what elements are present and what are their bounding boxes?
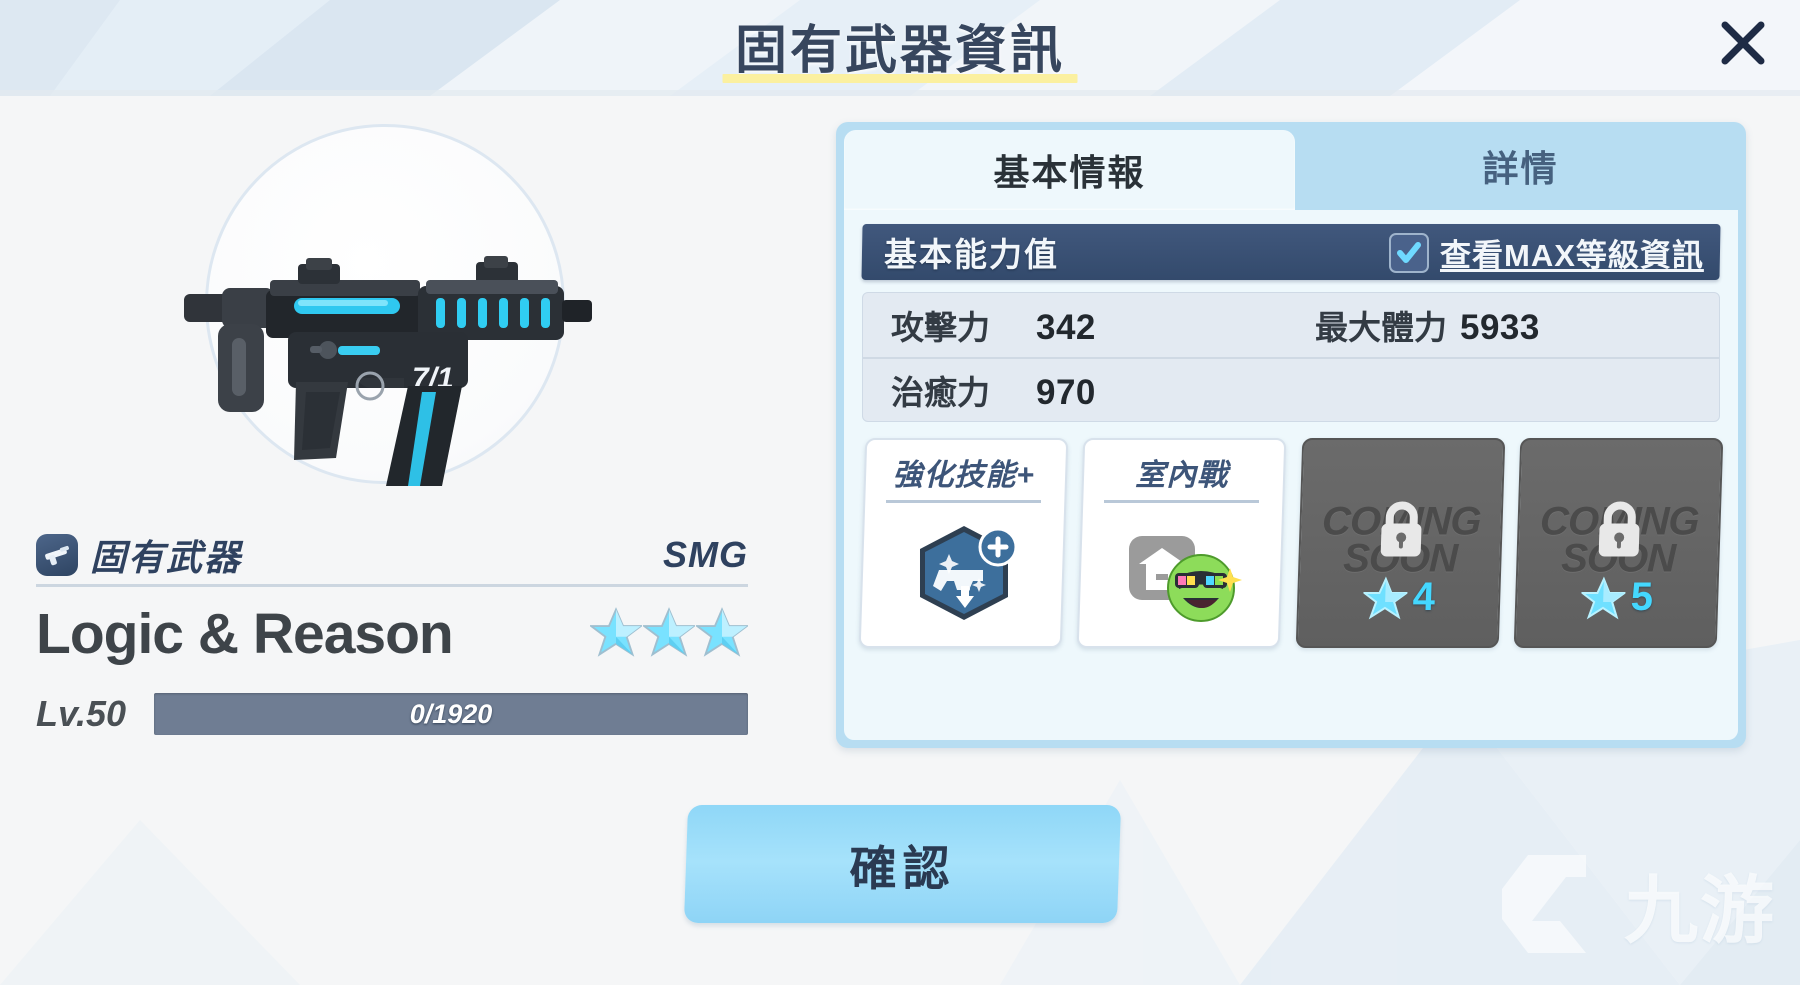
stats-table: 攻擊力 342 最大體力 5933 治癒力 970	[862, 292, 1720, 422]
weapon-preview-panel: 7/1 固有武器 SMG Logic & Reason Lv.50 0/1920	[0, 96, 790, 756]
table-row: 攻擊力 342 最大體力 5933	[863, 293, 1719, 357]
dialog-header: 固有武器資訊	[0, 0, 1800, 96]
tab-basic-info[interactable]: 基本情報	[844, 130, 1295, 210]
inherent-weapon-dialog: 固有武器資訊 7/1 固有武器 SMG Logic & Reason Lv.50…	[0, 0, 1800, 985]
info-panel-body: 基本能力值 查看MAX等級資訊 攻擊力 342 最大體力 5933 治癒力 97…	[844, 210, 1738, 740]
star-icon	[643, 607, 695, 657]
confirm-button[interactable]: 確認	[683, 805, 1122, 923]
star-icon	[1361, 575, 1407, 619]
weapon-exp-text: 0/1920	[409, 698, 493, 729]
stat-healing: 治癒力 970	[867, 366, 1291, 414]
max-level-label: 查看MAX等級資訊	[1440, 237, 1704, 273]
skill-card-indoor[interactable]: 室內戰	[1076, 438, 1287, 648]
skill-card-locked-4star[interactable]: COMING SOON 4	[1295, 438, 1506, 648]
hex-pistol-plus-icon	[919, 525, 1018, 620]
lock-icon	[1589, 497, 1649, 564]
confirm-button-label: 確認	[849, 841, 956, 895]
star-icon	[1579, 575, 1626, 619]
table-row: 治癒力 970	[863, 357, 1719, 421]
info-tabs: 基本情報 詳情	[836, 122, 1746, 210]
indoor-battle-icon	[1128, 535, 1242, 622]
stat-value: 5933	[1460, 308, 1540, 347]
stat-value: 970	[1036, 373, 1096, 412]
weapon-level-row: Lv.50 0/1920	[36, 693, 748, 735]
title-underline	[722, 74, 1078, 83]
star-requirement: 5	[1516, 575, 1717, 620]
weapon-level-label: Lv.50	[36, 693, 127, 734]
page-title: 固有武器資訊	[734, 22, 1065, 80]
star-icon	[696, 607, 748, 657]
check-icon	[1397, 241, 1422, 262]
stat-label: 治癒力	[891, 374, 990, 411]
weapon-type-label: SMG	[662, 533, 748, 575]
weapon-name: Logic & Reason	[36, 602, 454, 666]
lock-icon	[1370, 497, 1430, 564]
skill-card-locked-5star[interactable]: COMING SOON 5	[1513, 438, 1724, 648]
star-requirement-number: 5	[1629, 575, 1654, 619]
smg-badge-icon	[36, 533, 78, 576]
stat-max-hp: 最大體力 5933	[1291, 301, 1715, 349]
close-button[interactable]	[1708, 8, 1778, 78]
stat-label: 攻擊力	[891, 309, 990, 346]
inherent-weapon-row: 固有武器 SMG	[36, 531, 748, 587]
star-icon	[590, 607, 642, 657]
skill-card-enhanced[interactable]: 強化技能+	[858, 438, 1069, 648]
close-icon	[1721, 21, 1765, 65]
skill-card-title: 強化技能+	[892, 459, 1035, 492]
weapon-exp-bar: 0/1920	[154, 693, 748, 735]
max-level-toggle[interactable]: 查看MAX等級資訊	[1389, 230, 1704, 275]
skill-card-title: 室內戰	[1135, 459, 1229, 492]
basic-stats-header: 基本能力值 查看MAX等級資訊	[861, 224, 1721, 280]
weapon-name-row: Logic & Reason	[36, 601, 748, 667]
weapon-info-panel: 基本情報 詳情 基本能力值 查看MAX等級資訊 攻擊力 342 最大體力 593…	[836, 122, 1746, 748]
skill-card-list: 強化技能+ 室內戰 COMING SOON 4 COMING SOON 5	[858, 438, 1724, 648]
stat-label: 最大體力	[1315, 309, 1447, 346]
max-level-checkbox[interactable]	[1389, 232, 1430, 272]
stat-value: 342	[1036, 308, 1096, 347]
tab-details[interactable]: 詳情	[1295, 122, 1746, 210]
section-title: 基本能力值	[884, 236, 1059, 273]
star-requirement: 4	[1298, 575, 1499, 620]
weapon-rarity-stars	[590, 606, 748, 662]
weapon-art-image: 7/1	[170, 236, 600, 486]
inherent-weapon-label: 固有武器	[90, 536, 243, 578]
star-requirement-number: 4	[1411, 575, 1436, 619]
stat-attack: 攻擊力 342	[867, 301, 1291, 349]
